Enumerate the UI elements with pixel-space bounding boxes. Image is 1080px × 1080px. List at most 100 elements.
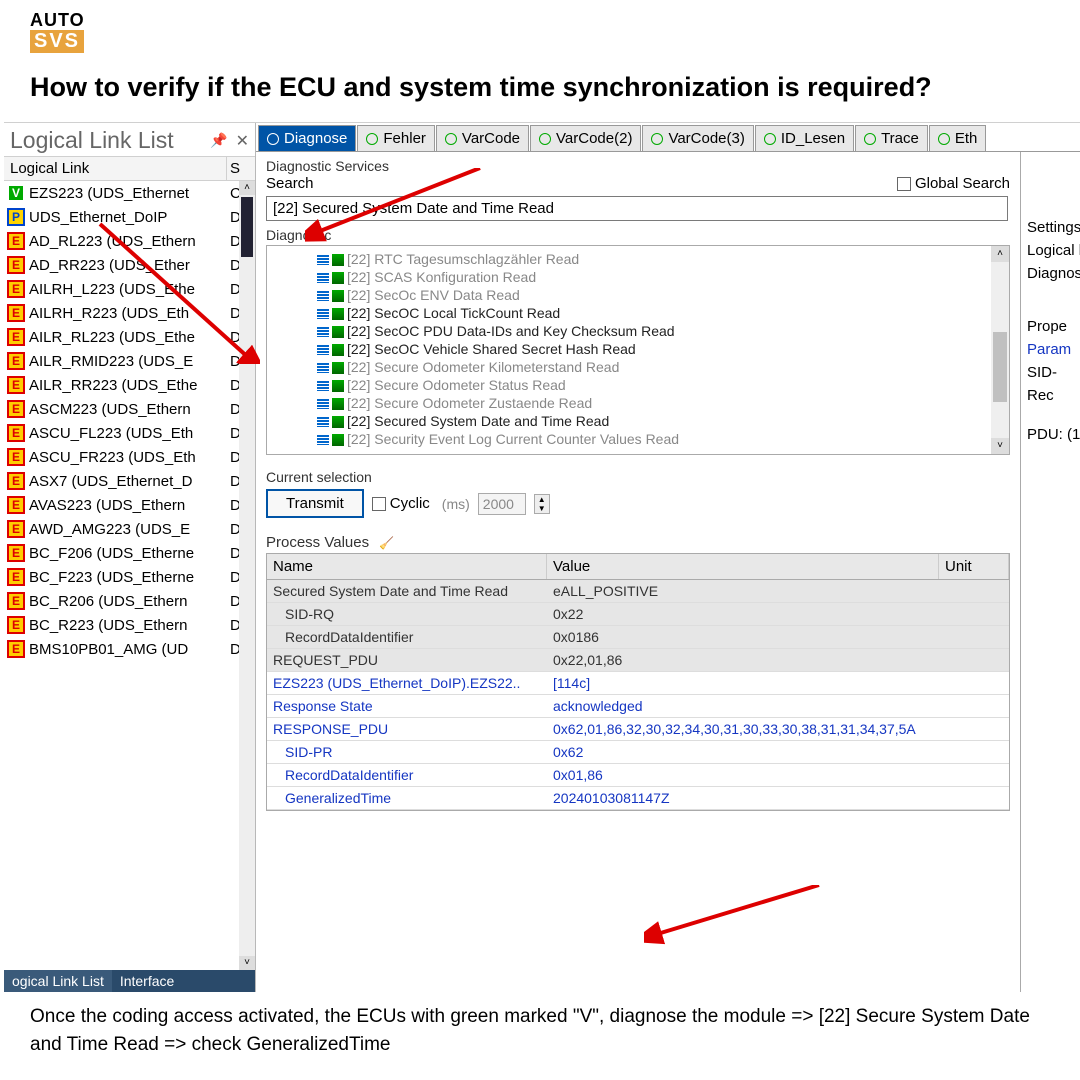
list-item[interactable]: EBC_R223 (UDS_EthernD	[4, 613, 255, 637]
tree-item[interactable]: [22] Secured System Date and Time Read	[317, 412, 1005, 430]
table-row[interactable]: RecordDataIdentifier0x01,86	[267, 764, 1009, 787]
list-item[interactable]: EBC_R206 (UDS_EthernD	[4, 589, 255, 613]
process-table: Name Value Unit Secured System Date and …	[266, 553, 1010, 811]
tab-logical-link-list[interactable]: ogical Link List	[4, 970, 112, 992]
tree-item[interactable]: [22] Security Event Log Current Counter …	[317, 430, 1005, 448]
list-item[interactable]: EAILRH_R223 (UDS_EthD	[4, 301, 255, 325]
list-item[interactable]: EBMS10PB01_AMG (UDD	[4, 637, 255, 661]
process-values: Process Values 🧹 Name Value Unit Secured…	[256, 534, 1020, 811]
eraser-icon[interactable]: 🧹	[379, 536, 394, 550]
table-row[interactable]: Secured System Date and Time ReadeALL_PO…	[267, 580, 1009, 603]
table-header: Name Value Unit	[267, 554, 1009, 580]
list-item[interactable]: EBC_F206 (UDS_EtherneD	[4, 541, 255, 565]
list-item[interactable]: EAD_RL223 (UDS_EthernD	[4, 229, 255, 253]
settings-column: Settings Logical l Diagnos Prope Param S…	[1020, 152, 1080, 992]
scroll-thumb[interactable]	[241, 197, 253, 257]
list-item[interactable]: EAILR_RL223 (UDS_EtheD	[4, 325, 255, 349]
global-search-checkbox[interactable]: Global Search	[897, 175, 1010, 192]
spinner-buttons[interactable]: ▲▼	[534, 494, 550, 514]
tree-item[interactable]: [22] SecOC PDU Data-IDs and Key Checksum…	[317, 322, 1005, 340]
flag-icon	[332, 380, 344, 392]
checkbox-icon[interactable]	[897, 177, 911, 191]
tree-item[interactable]: [22] Secure Odometer Kilometerstand Read	[317, 358, 1005, 376]
tree-item[interactable]: [22] SecOC Local TickCount Read	[317, 304, 1005, 322]
tree-item[interactable]: [22] Secure Odometer Status Read	[317, 376, 1005, 394]
param-label[interactable]: Param	[1027, 338, 1078, 361]
status-badge: E	[7, 544, 25, 562]
logical-link-list[interactable]: VEZS223 (UDS_EthernetCPUDS_Ethernet_DoIP…	[4, 181, 255, 970]
list-item[interactable]: EAD_RR223 (UDS_EtherD	[4, 253, 255, 277]
tab-interface[interactable]: Interface	[112, 970, 182, 992]
list-item[interactable]: EASCU_FL223 (UDS_EthD	[4, 421, 255, 445]
circle-icon	[366, 133, 378, 145]
tab-trace[interactable]: Trace	[855, 125, 928, 151]
list-item[interactable]: EBC_F223 (UDS_EtherneD	[4, 565, 255, 589]
table-row[interactable]: GeneralizedTime20240103081147Z	[267, 787, 1009, 810]
checkbox-icon[interactable]	[372, 497, 386, 511]
cyclic-ms-spinner[interactable]: 2000	[478, 493, 526, 515]
scroll-down-icon[interactable]: ˅	[991, 438, 1009, 454]
status-badge: E	[7, 448, 25, 466]
table-row[interactable]: SID-PR0x62	[267, 741, 1009, 764]
status-badge: E	[7, 592, 25, 610]
header-value[interactable]: Value	[547, 554, 939, 579]
logo: AUTO SVS	[30, 10, 85, 53]
list-item[interactable]: EAILR_RMID223 (UDS_ED	[4, 349, 255, 373]
status-badge: E	[7, 640, 25, 658]
table-row[interactable]: EZS223 (UDS_Ethernet_DoIP).EZS22..[114c]	[267, 672, 1009, 695]
tab-diagnose[interactable]: Diagnose	[258, 125, 356, 151]
tab-eth[interactable]: Eth	[929, 125, 987, 151]
tab-varcode(3)[interactable]: VarCode(3)	[642, 125, 753, 151]
table-row[interactable]: SID-RQ0x22	[267, 603, 1009, 626]
node-icon	[317, 363, 329, 373]
header-unit[interactable]: Unit	[939, 554, 1009, 579]
scroll-down-icon[interactable]: ˅	[239, 956, 255, 970]
table-row[interactable]: RecordDataIdentifier0x0186	[267, 626, 1009, 649]
tab-varcode(2)[interactable]: VarCode(2)	[530, 125, 641, 151]
list-item[interactable]: EASCU_FR223 (UDS_EthD	[4, 445, 255, 469]
list-item[interactable]: EAVAS223 (UDS_EthernD	[4, 493, 255, 517]
status-badge: E	[7, 328, 25, 346]
settings-label[interactable]: Settings	[1027, 216, 1078, 239]
tree-scrollbar[interactable]: ˄ ˅	[991, 246, 1009, 454]
app-window: Logical Link List 📌 ✕ Logical Link S VEZ…	[4, 122, 1080, 992]
list-item[interactable]: EAILR_RR223 (UDS_EtheD	[4, 373, 255, 397]
diagnostic-tree[interactable]: [22] RTC Tagesumschlagzähler Read[22] SC…	[266, 245, 1010, 455]
close-icon[interactable]: ✕	[236, 131, 249, 151]
tab-varcode[interactable]: VarCode	[436, 125, 529, 151]
tab-id_lesen[interactable]: ID_Lesen	[755, 125, 854, 151]
header-status[interactable]: S	[227, 157, 255, 180]
transmit-button[interactable]: Transmit	[266, 489, 364, 518]
status-badge: P	[7, 208, 25, 226]
header-logical-link[interactable]: Logical Link	[4, 157, 227, 180]
circle-icon	[764, 133, 776, 145]
cyclic-checkbox[interactable]: Cyclic	[372, 495, 430, 512]
tree-item[interactable]: [22] SecOc ENV Data Read	[317, 286, 1005, 304]
tree-item[interactable]: [22] SecOC Vehicle Shared Secret Hash Re…	[317, 340, 1005, 358]
header-name[interactable]: Name	[267, 554, 547, 579]
scroll-up-icon[interactable]: ˄	[239, 181, 255, 195]
pin-icon[interactable]: 📌	[210, 132, 227, 149]
tab-fehler[interactable]: Fehler	[357, 125, 435, 151]
table-row[interactable]: RESPONSE_PDU0x62,01,86,32,30,32,34,30,31…	[267, 718, 1009, 741]
circle-icon	[938, 133, 950, 145]
status-badge: E	[7, 256, 25, 274]
scrollbar[interactable]: ˄ ˅	[239, 181, 255, 970]
table-row[interactable]: REQUEST_PDU0x22,01,86	[267, 649, 1009, 672]
list-item[interactable]: EAILRH_L223 (UDS_EtheD	[4, 277, 255, 301]
tree-item[interactable]: [22] SCAS Konfiguration Read	[317, 268, 1005, 286]
tree-item[interactable]: [22] RTC Tagesumschlagzähler Read	[317, 250, 1005, 268]
left-panel: Logical Link List 📌 ✕ Logical Link S VEZ…	[4, 123, 256, 992]
list-item[interactable]: EASX7 (UDS_Ethernet_DD	[4, 469, 255, 493]
rec-label: Rec	[1027, 384, 1078, 407]
tree-item[interactable]: [22] Secure Odometer Zustaende Read	[317, 394, 1005, 412]
list-item[interactable]: PUDS_Ethernet_DoIPD	[4, 205, 255, 229]
node-icon	[317, 327, 329, 337]
list-item[interactable]: EASCM223 (UDS_EthernD	[4, 397, 255, 421]
scroll-thumb[interactable]	[993, 332, 1007, 402]
list-item[interactable]: EAWD_AMG223 (UDS_ED	[4, 517, 255, 541]
list-item[interactable]: VEZS223 (UDS_EthernetC	[4, 181, 255, 205]
search-input[interactable]	[266, 196, 1008, 221]
table-row[interactable]: Response Stateacknowledged	[267, 695, 1009, 718]
scroll-up-icon[interactable]: ˄	[991, 246, 1009, 262]
